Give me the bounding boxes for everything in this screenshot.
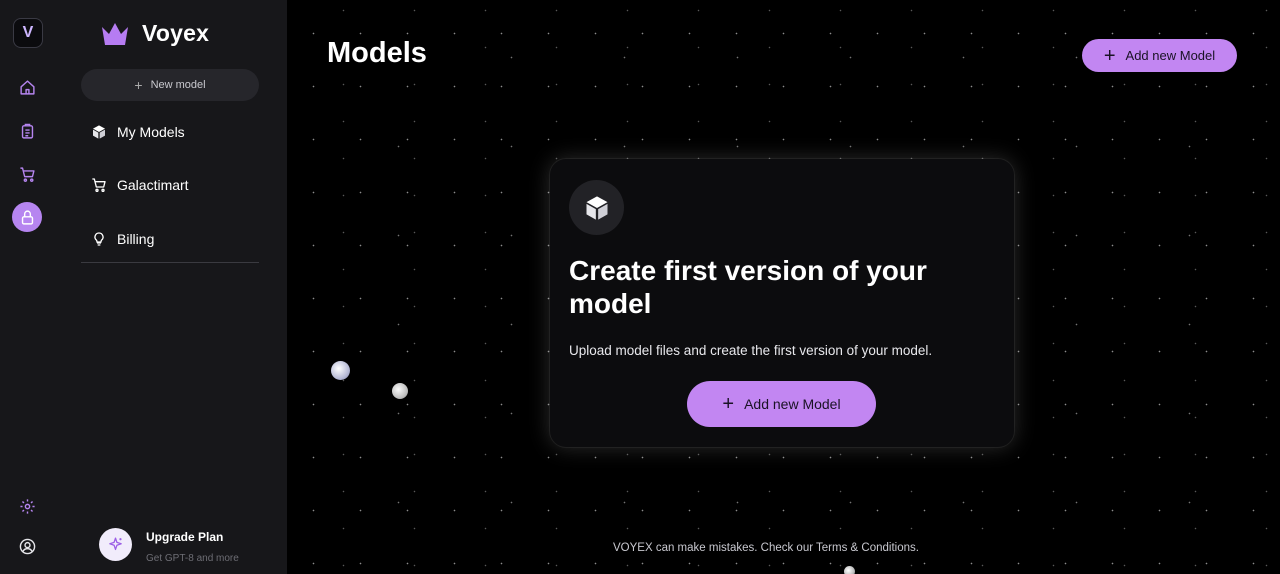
cart-icon xyxy=(92,178,106,192)
sidebar-divider xyxy=(81,262,259,263)
upgrade-title: Upgrade Plan xyxy=(146,530,224,544)
lock-icon xyxy=(21,209,33,225)
empty-state-description: Upload model files and create the first … xyxy=(569,343,933,358)
user-icon xyxy=(19,538,35,554)
add-new-model-label: Add new Model xyxy=(744,396,841,412)
main-content: Models + Add new Model Create first vers… xyxy=(287,0,1280,574)
upgrade-plan[interactable]: Upgrade Plan Get GPT-8 and more xyxy=(99,528,239,564)
upgrade-text: Upgrade Plan Get GPT-8 and more xyxy=(146,528,239,564)
upgrade-badge xyxy=(99,528,132,561)
new-model-label: New model xyxy=(150,79,206,91)
add-new-model-label: Add new Model xyxy=(1125,48,1216,63)
add-new-model-button[interactable]: + Add new Model xyxy=(1082,39,1237,72)
sidebar-item-label: Billing xyxy=(117,231,155,247)
upgrade-subtitle: Get GPT-8 and more xyxy=(146,553,239,564)
cube-icon xyxy=(586,195,607,220)
cube-icon xyxy=(93,125,105,139)
rail-tasks-button[interactable] xyxy=(12,116,42,146)
brand[interactable]: Voyex xyxy=(100,20,209,47)
sidebar-item-my-models[interactable]: My Models xyxy=(91,124,185,140)
planet-decoration xyxy=(392,383,408,399)
sparkle-icon xyxy=(109,537,122,551)
empty-state-card: Create first version of your model Uploa… xyxy=(550,159,1014,447)
gear-icon xyxy=(19,498,35,514)
cube-icon-badge xyxy=(569,180,624,235)
lightbulb-icon xyxy=(94,232,104,246)
cart-icon xyxy=(19,166,35,182)
plus-icon: + xyxy=(1103,44,1116,67)
disclaimer-footer: VOYEX can make mistakes. Check our Terms… xyxy=(613,542,919,554)
new-model-button[interactable]: + New model xyxy=(81,69,259,101)
crown-icon xyxy=(102,22,128,45)
rail-account-button[interactable] xyxy=(12,531,42,561)
home-icon xyxy=(19,79,35,95)
rail-home-button[interactable] xyxy=(12,72,42,102)
empty-state-title: Create first version of your model xyxy=(569,255,927,319)
planet-decoration xyxy=(331,361,350,380)
sidebar-item-billing[interactable]: Billing xyxy=(91,231,154,247)
clipboard-icon xyxy=(21,123,33,139)
add-new-model-card-button[interactable]: + Add new Model xyxy=(687,381,876,427)
plus-icon: + xyxy=(134,77,143,93)
rail-settings-button[interactable] xyxy=(12,491,42,521)
app-logo[interactable]: V xyxy=(13,18,43,48)
logo-letter: V xyxy=(22,24,34,41)
plus-icon: + xyxy=(722,393,735,415)
rail-cart-button[interactable] xyxy=(12,159,42,189)
planet-decoration xyxy=(844,566,855,574)
icon-rail: V xyxy=(0,0,54,574)
sidebar-item-galactimart[interactable]: Galactimart xyxy=(91,177,189,193)
brand-name: Voyex xyxy=(142,20,210,46)
sidebar: Voyex + New model My Models Galactimart … xyxy=(54,0,287,574)
sidebar-item-label: My Models xyxy=(117,124,185,140)
sidebar-item-label: Galactimart xyxy=(117,177,189,193)
page-title: Models xyxy=(327,37,427,69)
rail-lock-button[interactable] xyxy=(12,202,42,232)
